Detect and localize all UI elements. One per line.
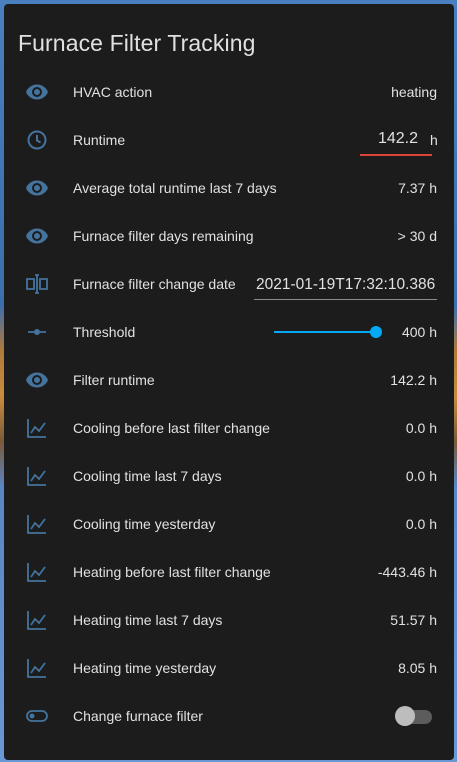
eye-icon xyxy=(24,176,50,200)
eye-icon xyxy=(24,224,50,248)
row-cooling-before[interactable]: Cooling before last filter change 0.0 h xyxy=(4,404,454,452)
card-title: Furnace Filter Tracking xyxy=(18,30,256,56)
cooling-before-value: 0.0 h xyxy=(405,420,437,436)
days-remaining-label: Furnace filter days remaining xyxy=(73,228,254,244)
change-date-input[interactable] xyxy=(254,270,437,300)
slider-icon xyxy=(24,320,50,344)
avg-runtime-label: Average total runtime last 7 days xyxy=(73,180,277,196)
heating-7d-value: 51.57 h xyxy=(390,612,437,628)
chart-line-icon xyxy=(24,656,50,680)
change-filter-label: Change furnace filter xyxy=(73,708,203,724)
heating-yesterday-value: 8.05 h xyxy=(398,660,437,676)
row-heating-yesterday[interactable]: Heating time yesterday 8.05 h xyxy=(4,644,454,692)
threshold-slider-track[interactable] xyxy=(274,331,376,333)
heating-before-value: -443.46 h xyxy=(377,564,437,580)
row-threshold: Threshold 400 h xyxy=(4,308,454,356)
toggle-switch-icon xyxy=(24,704,50,728)
filter-runtime-label: Filter runtime xyxy=(73,372,155,388)
chart-line-icon xyxy=(24,512,50,536)
days-remaining-value: > 30 d xyxy=(397,228,437,244)
eye-icon xyxy=(24,368,50,392)
row-average-runtime[interactable]: Average total runtime last 7 days 7.37 h xyxy=(4,164,454,212)
row-runtime: Runtime h xyxy=(4,116,454,164)
heating-7d-label: Heating time last 7 days xyxy=(73,612,223,628)
change-date-label: Furnace filter change date xyxy=(73,276,236,292)
chart-line-icon xyxy=(24,608,50,632)
cooling-before-label: Cooling before last filter change xyxy=(73,420,270,436)
threshold-value: 400 h xyxy=(401,324,437,340)
cooling-7d-value: 0.0 h xyxy=(405,468,437,484)
change-filter-toggle-thumb[interactable] xyxy=(395,706,415,726)
runtime-label: Runtime xyxy=(73,132,126,148)
cooling-7d-label: Cooling time last 7 days xyxy=(73,468,222,484)
cooling-yesterday-label: Cooling time yesterday xyxy=(73,516,216,532)
text-cursor-icon xyxy=(24,272,50,296)
chart-line-icon xyxy=(24,560,50,584)
row-cooling-yesterday[interactable]: Cooling time yesterday 0.0 h xyxy=(4,500,454,548)
row-heating-before[interactable]: Heating before last filter change -443.4… xyxy=(4,548,454,596)
avg-runtime-value: 7.37 h xyxy=(398,180,437,196)
threshold-label: Threshold xyxy=(73,324,136,340)
row-cooling-7d[interactable]: Cooling time last 7 days 0.0 h xyxy=(4,452,454,500)
threshold-slider-thumb[interactable] xyxy=(370,326,382,338)
row-hvac-action[interactable]: HVAC action heating xyxy=(4,68,454,116)
row-change-furnace-filter: Change furnace filter xyxy=(4,692,454,740)
filter-runtime-value: 142.2 h xyxy=(390,372,437,388)
row-filter-runtime[interactable]: Filter runtime 142.2 h xyxy=(4,356,454,404)
hvac-action-value: heating xyxy=(391,84,437,100)
clock-icon xyxy=(24,128,50,152)
row-heating-7d[interactable]: Heating time last 7 days 51.57 h xyxy=(4,596,454,644)
runtime-unit: h xyxy=(430,132,438,148)
heating-yesterday-label: Heating time yesterday xyxy=(73,660,217,676)
heating-before-label: Heating before last filter change xyxy=(73,564,271,580)
chart-line-icon xyxy=(24,464,50,488)
hvac-action-label: HVAC action xyxy=(73,84,153,100)
furnace-filter-card: Furnace Filter Tracking HVAC action heat… xyxy=(4,4,454,760)
runtime-input[interactable] xyxy=(360,124,432,156)
row-days-remaining[interactable]: Furnace filter days remaining > 30 d xyxy=(4,212,454,260)
eye-icon xyxy=(24,80,50,104)
cooling-yesterday-value: 0.0 h xyxy=(405,516,437,532)
row-change-date: Furnace filter change date xyxy=(4,260,454,308)
chart-line-icon xyxy=(24,416,50,440)
